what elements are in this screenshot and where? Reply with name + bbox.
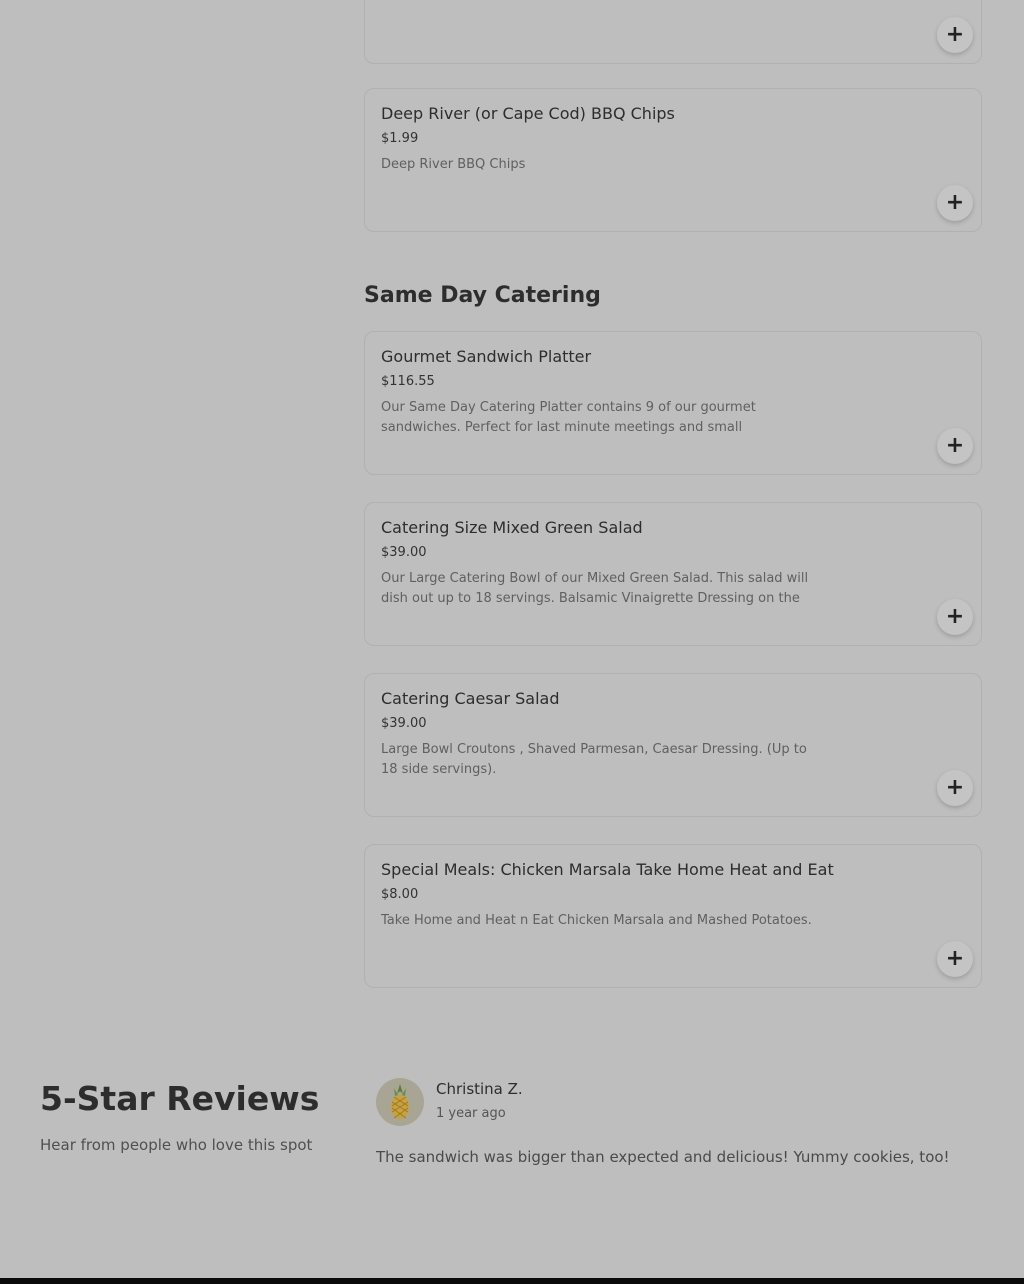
reviewer-name: Christina Z. (436, 1080, 523, 1098)
menu-item-card[interactable]: Special Meals: Chicken Marsala Take Home… (364, 844, 982, 988)
item-name: Catering Caesar Salad (381, 689, 560, 708)
item-name: Gourmet Sandwich Platter (381, 347, 592, 366)
add-to-cart-button[interactable]: + (937, 941, 973, 977)
plus-icon: + (945, 190, 965, 215)
plus-icon: + (945, 604, 965, 629)
pineapple-icon (391, 1084, 409, 1119)
item-price: $8.00 (381, 887, 419, 902)
review-timestamp: 1 year ago (436, 1106, 506, 1121)
reviews-title: 5-Star Reviews (40, 1079, 320, 1118)
item-description: Take Home and Heat n Eat Chicken Marsala… (381, 913, 812, 928)
item-price: $39.00 (381, 716, 427, 731)
menu-item-card[interactable]: Deep River (or Cape Cod) BBQ Chips $1.99… (364, 88, 982, 232)
reviews-subtitle: Hear from people who love this spot (40, 1136, 313, 1154)
item-description: Large Bowl Croutons , Shaved Parmesan, C… (381, 742, 807, 777)
item-name: Deep River (or Cape Cod) BBQ Chips (381, 104, 675, 123)
add-to-cart-button[interactable]: + (937, 185, 973, 221)
item-price: $39.00 (381, 545, 427, 560)
item-price: $116.55 (381, 374, 435, 389)
menu-item-card[interactable]: Catering Caesar Salad $39.00 Large Bowl … (364, 673, 982, 817)
review-text: The sandwich was bigger than expected an… (376, 1148, 950, 1166)
plus-icon: + (945, 22, 965, 47)
menu-item-card[interactable]: + (364, 0, 982, 64)
menu-item-card[interactable]: Catering Size Mixed Green Salad $39.00 O… (364, 502, 982, 646)
item-description: Deep River BBQ Chips (381, 157, 526, 172)
plus-icon: + (945, 433, 965, 458)
item-price: $1.99 (381, 131, 419, 146)
avatar (376, 1078, 424, 1126)
menu-item-card[interactable]: Gourmet Sandwich Platter $116.55 Our Sam… (364, 331, 982, 475)
add-to-cart-button[interactable]: + (937, 17, 973, 53)
item-name: Catering Size Mixed Green Salad (381, 518, 643, 537)
item-description: Our Same Day Catering Platter contains 9… (381, 400, 756, 435)
add-to-cart-button[interactable]: + (937, 428, 973, 464)
item-name: Special Meals: Chicken Marsala Take Home… (381, 860, 834, 879)
add-to-cart-button[interactable]: + (937, 599, 973, 635)
item-description: Our Large Catering Bowl of our Mixed Gre… (381, 571, 809, 606)
plus-icon: + (945, 946, 965, 971)
plus-icon: + (945, 775, 965, 800)
section-title: Same Day Catering (364, 283, 601, 308)
bottom-bar (0, 1278, 1024, 1284)
add-to-cart-button[interactable]: + (937, 770, 973, 806)
